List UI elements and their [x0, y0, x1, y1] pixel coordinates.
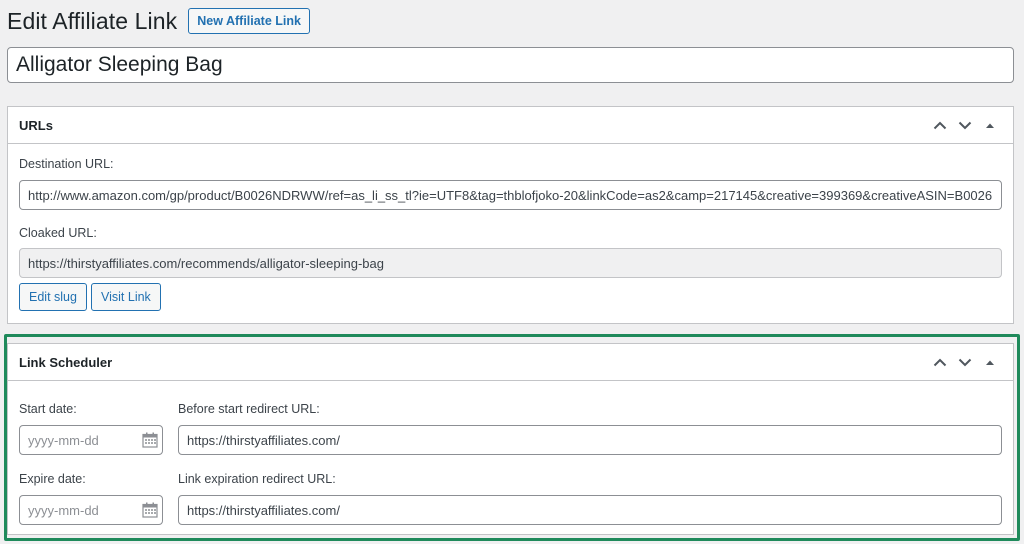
calendar-icon[interactable]: [142, 502, 158, 518]
link-scheduler-title: Link Scheduler: [19, 354, 113, 370]
link-expiration-redirect-input[interactable]: [178, 495, 1002, 525]
chevron-up-icon[interactable]: [927, 113, 952, 138]
start-date-label: Start date:: [19, 402, 77, 416]
urls-metabox-header: URLs: [8, 107, 1013, 144]
triangle-up-icon[interactable]: [977, 350, 1002, 375]
link-scheduler-metabox-header: Link Scheduler: [8, 344, 1013, 381]
visit-link-button[interactable]: Visit Link: [91, 283, 161, 311]
post-title-input[interactable]: [7, 47, 1014, 83]
before-start-redirect-input[interactable]: [178, 425, 1002, 455]
link-expiration-redirect-label: Link expiration redirect URL:: [178, 472, 336, 486]
urls-metabox: URLs Destination URL: Cloaked URL: Edit …: [7, 106, 1014, 324]
cloaked-url-label: Cloaked URL:: [19, 226, 97, 240]
before-start-redirect-label: Before start redirect URL:: [178, 402, 320, 416]
urls-metabox-title: URLs: [19, 117, 53, 133]
chevron-down-icon[interactable]: [952, 113, 977, 138]
calendar-icon[interactable]: [142, 432, 158, 448]
expire-date-field: [19, 495, 163, 525]
chevron-down-icon[interactable]: [952, 350, 977, 375]
destination-url-label: Destination URL:: [19, 157, 114, 171]
scheduler-handle-actions: [927, 350, 1002, 375]
page-header: Edit Affiliate Link New Affiliate Link: [7, 6, 310, 36]
start-date-field: [19, 425, 163, 455]
destination-url-input[interactable]: [19, 180, 1002, 210]
edit-slug-button[interactable]: Edit slug: [19, 283, 87, 311]
expire-date-label: Expire date:: [19, 472, 86, 486]
urls-handle-actions: [927, 113, 1002, 138]
link-scheduler-metabox: Link Scheduler Start date: yyyy-mm-dd Be…: [7, 343, 1014, 535]
triangle-up-icon[interactable]: [977, 113, 1002, 138]
page-title: Edit Affiliate Link: [7, 7, 178, 34]
cloaked-url-input: [19, 248, 1002, 278]
new-affiliate-link-button[interactable]: New Affiliate Link: [188, 8, 310, 34]
chevron-up-icon[interactable]: [927, 350, 952, 375]
